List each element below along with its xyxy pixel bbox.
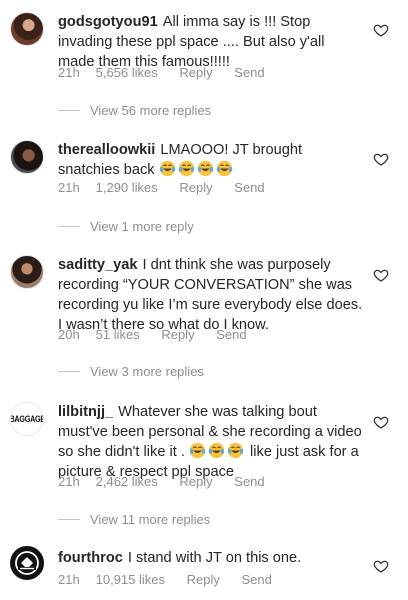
comment-meta: 21h 5,656 likes Reply Send: [58, 65, 265, 80]
heart-icon[interactable]: [373, 414, 389, 430]
laughing-emoji-icon: [189, 442, 206, 459]
avatar[interactable]: BAGGAGE: [10, 402, 44, 436]
view-replies-link[interactable]: View 1 more reply: [58, 219, 194, 234]
heart-icon[interactable]: [373, 151, 389, 167]
brand-logo-icon: [15, 551, 39, 575]
comment-username[interactable]: godsgotyou91: [58, 14, 158, 30]
likes-count[interactable]: 2,462 likes: [96, 474, 158, 489]
comment-time: 20h: [58, 327, 80, 342]
replies-divider: [58, 519, 80, 520]
replies-divider: [58, 110, 80, 111]
send-button[interactable]: Send: [234, 180, 264, 195]
send-button[interactable]: Send: [216, 327, 246, 342]
comment-time: 21h: [58, 65, 80, 80]
reply-button[interactable]: Reply: [179, 180, 212, 195]
view-replies-label: View 56 more replies: [90, 103, 212, 118]
reply-button[interactable]: Reply: [179, 474, 212, 489]
laughing-emoji-icon: [227, 442, 244, 459]
comment-meta: 21h 2,462 likes Reply Send: [58, 474, 265, 489]
comment-time: 21h: [58, 572, 80, 587]
likes-count[interactable]: 51 likes: [96, 327, 140, 342]
send-button[interactable]: Send: [242, 572, 272, 587]
comment-body: godsgotyou91 All imma say is !!! Stop inv…: [58, 12, 363, 72]
comment-text: I stand with JT on this one.: [127, 550, 302, 566]
comment-meta: 21h 1,290 likes Reply Send: [58, 180, 265, 195]
comment-time: 21h: [58, 180, 80, 195]
reply-button[interactable]: Reply: [179, 65, 212, 80]
send-button[interactable]: Send: [234, 65, 264, 80]
comment-body: saditty_yak I dnt think she was purposely…: [58, 255, 363, 335]
view-replies-label: View 1 more reply: [90, 219, 194, 234]
comment-username[interactable]: therealloowkii: [58, 142, 155, 158]
reply-button[interactable]: Reply: [161, 327, 194, 342]
laughing-emoji-icon: [178, 160, 194, 177]
laughing-emoji-icon: [216, 160, 232, 177]
comment-username[interactable]: fourthroc: [58, 550, 123, 566]
avatar[interactable]: [10, 255, 44, 289]
likes-count[interactable]: 5,656 likes: [96, 65, 158, 80]
send-button[interactable]: Send: [234, 474, 264, 489]
view-replies-link[interactable]: View 3 more replies: [58, 364, 204, 379]
comment-username[interactable]: saditty_yak: [58, 257, 138, 273]
emoji-group: [189, 442, 250, 460]
view-replies-label: View 3 more replies: [90, 364, 204, 379]
avatar[interactable]: [10, 140, 44, 174]
comment-body: fourthroc I stand with JT on this one.: [58, 548, 363, 568]
likes-count[interactable]: 10,915 likes: [96, 572, 165, 587]
avatar-logo-text: BAGGAGE: [10, 413, 44, 424]
replies-divider: [58, 371, 80, 372]
avatar[interactable]: [10, 12, 44, 46]
heart-icon[interactable]: [373, 22, 389, 38]
heart-icon[interactable]: [373, 267, 389, 283]
comment-time: 21h: [58, 474, 80, 489]
laughing-emoji-icon: [159, 160, 175, 177]
comment-meta: 21h 10,915 likes Reply Send: [58, 572, 272, 587]
avatar[interactable]: [10, 546, 44, 580]
laughing-emoji-icon: [208, 442, 225, 459]
comment-meta: 20h 51 likes Reply Send: [58, 327, 247, 342]
likes-count[interactable]: 1,290 likes: [96, 180, 158, 195]
replies-divider: [58, 226, 80, 227]
emoji-group: [159, 160, 235, 178]
laughing-emoji-icon: [197, 160, 213, 177]
comment-username[interactable]: lilbitnjj_: [58, 404, 113, 420]
comment-body: therealloowkii LMAOOO! JT brought snatchi…: [58, 140, 363, 180]
view-replies-label: View 11 more replies: [90, 512, 211, 527]
heart-icon[interactable]: [373, 558, 389, 574]
comment-body: lilbitnjj_ Whatever she was talking bout …: [58, 402, 363, 482]
reply-button[interactable]: Reply: [187, 572, 220, 587]
view-replies-link[interactable]: View 56 more replies: [58, 103, 211, 118]
view-replies-link[interactable]: View 11 more replies: [58, 512, 210, 527]
